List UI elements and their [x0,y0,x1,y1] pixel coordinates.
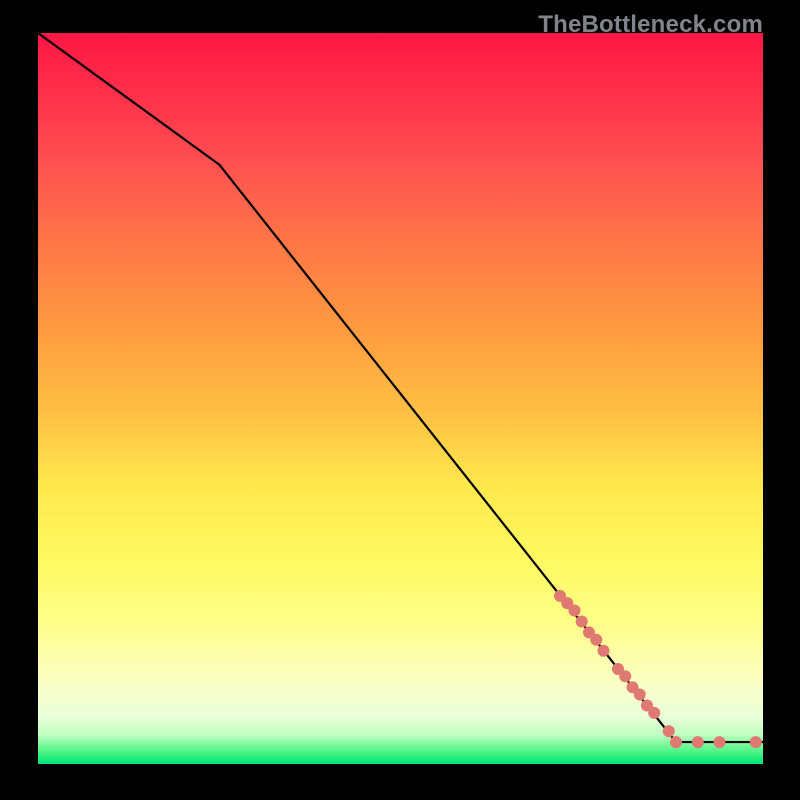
data-point [569,604,581,616]
plot-area [38,33,763,764]
marker-group [554,590,762,748]
data-point [663,725,675,737]
data-point [670,736,682,748]
data-point [590,634,602,646]
data-point [714,736,726,748]
chart-svg [38,33,763,764]
data-point [750,736,762,748]
data-point [619,670,631,682]
data-point [634,689,646,701]
data-point [576,615,588,627]
trend-line [38,33,763,742]
data-point [598,645,610,657]
data-point [692,736,704,748]
data-point [648,707,660,719]
chart-container: TheBottleneck.com [0,0,800,800]
